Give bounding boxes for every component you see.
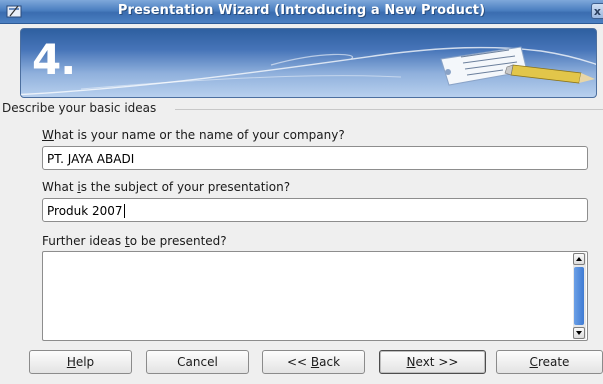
subject-value: Produk 2007 — [47, 204, 123, 218]
name-label: What is your name or the name of your co… — [42, 128, 345, 142]
ideas-textarea[interactable] — [42, 251, 588, 341]
banner-artwork — [21, 46, 596, 96]
group-title: Describe your basic ideas — [2, 101, 161, 115]
create-button[interactable]: Create — [496, 350, 603, 374]
scroll-thumb[interactable] — [574, 267, 584, 325]
group-divider — [175, 109, 603, 110]
cancel-button[interactable]: Cancel — [146, 350, 249, 374]
wizard-window: Presentation Wizard (Introducing a New P… — [0, 0, 603, 384]
name-field[interactable]: PT. JAYA ABADI — [42, 146, 588, 170]
back-button[interactable]: << Back — [262, 350, 365, 374]
vertical-scrollbar[interactable] — [573, 253, 586, 339]
close-icon[interactable]: x — [591, 3, 603, 19]
step-number: 4. — [32, 35, 76, 84]
text-caret — [123, 204, 125, 218]
pencil-icon — [504, 64, 595, 84]
name-value: PT. JAYA ABADI — [47, 152, 135, 166]
window-title: Presentation Wizard (Introducing a New P… — [117, 3, 486, 18]
scroll-up-icon[interactable] — [573, 253, 585, 265]
next-button[interactable]: Next >> — [379, 350, 486, 374]
ideas-label: Further ideas to be presented? — [42, 234, 227, 248]
subject-label: What is the subject of your presentation… — [42, 180, 291, 194]
scroll-down-icon[interactable] — [573, 327, 585, 339]
subject-field[interactable]: Produk 2007 — [42, 198, 588, 222]
wizard-banner: 4. — [20, 28, 597, 98]
title-bar[interactable]: Presentation Wizard (Introducing a New P… — [0, 0, 603, 24]
help-button[interactable]: Help — [29, 350, 132, 374]
